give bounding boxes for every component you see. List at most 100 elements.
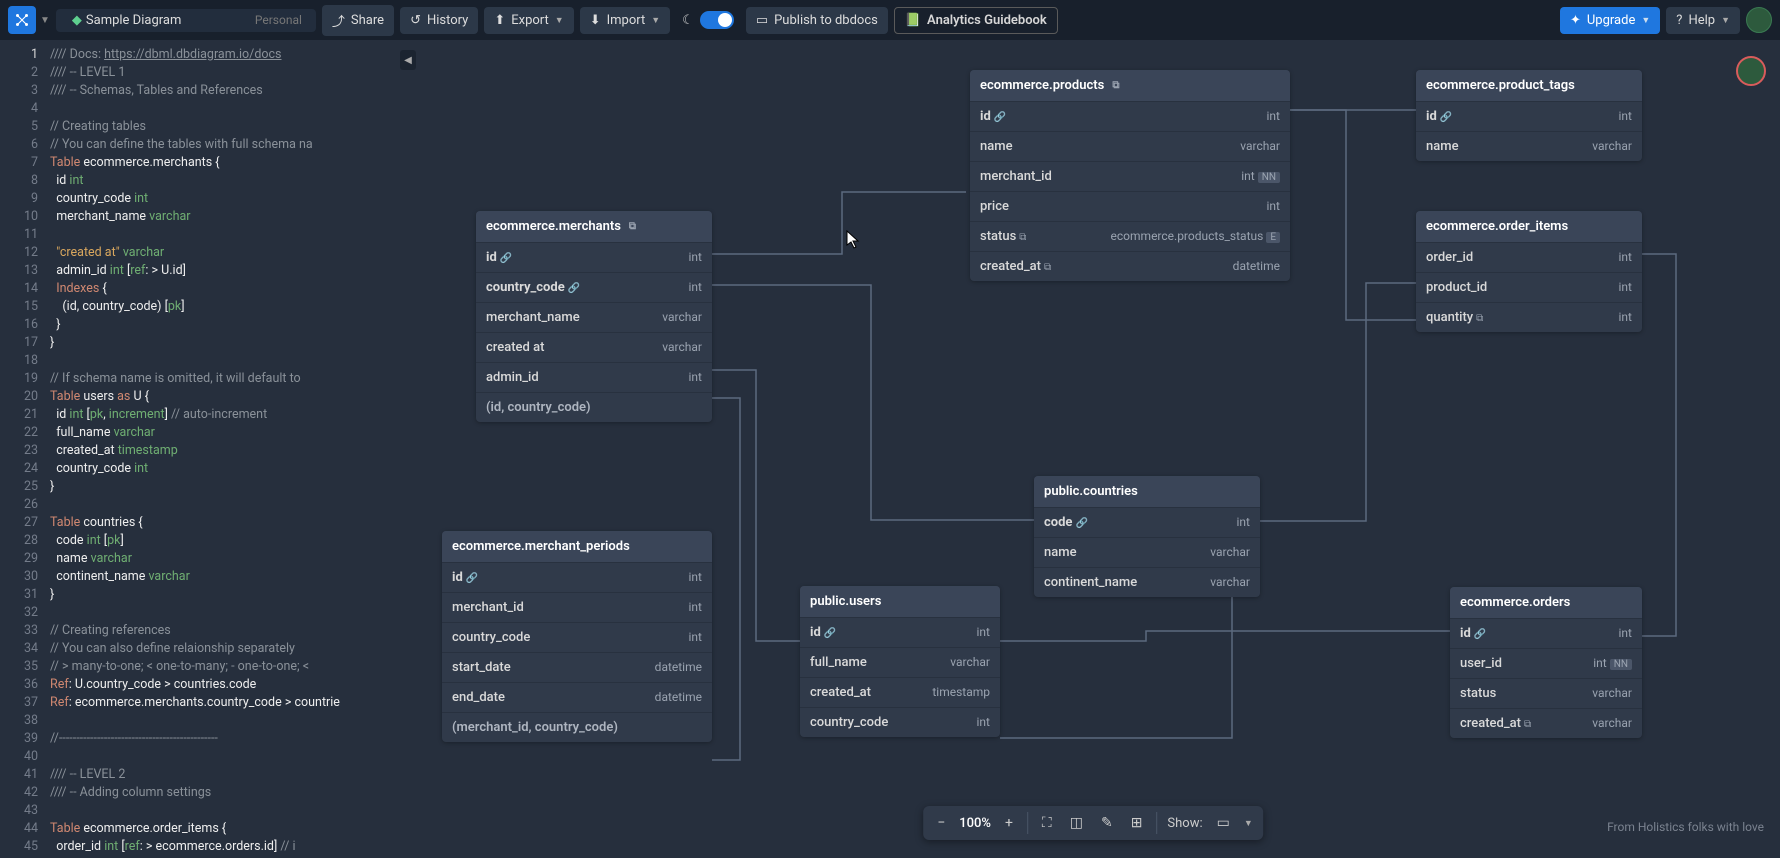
table-column[interactable]: end_datedatetime (442, 682, 712, 712)
collaborator-avatar[interactable] (1736, 56, 1766, 86)
table-column[interactable]: continent_namevarchar (1034, 567, 1260, 597)
moon-icon: ☾ (682, 13, 694, 28)
zoom-value: 100% (959, 816, 991, 831)
external-icon: ⧉ (629, 221, 636, 232)
link-icon: 🔗 (1440, 112, 1452, 123)
table-header[interactable]: ecommerce.merchant_periods (442, 531, 712, 562)
table-column[interactable]: id🔗int (476, 242, 712, 272)
table-product_tags[interactable]: ecommerce.product_tagsid🔗intnamevarchar (1416, 70, 1642, 161)
highlight-button[interactable]: ✎ (1097, 811, 1117, 835)
help-icon: ? (1676, 13, 1682, 28)
table-column[interactable]: merchant_idintNN (970, 161, 1290, 191)
table-column[interactable]: order_idint (1416, 242, 1642, 272)
external-icon: ⧉ (1112, 80, 1119, 91)
publish-button[interactable]: ▭Publish to dbdocs (746, 7, 888, 34)
table-column[interactable]: admin_idint (476, 362, 712, 392)
link-icon: 🔗 (994, 112, 1006, 123)
document-icon: ◆ (72, 13, 82, 28)
table-column[interactable]: country_codeint (442, 622, 712, 652)
code-editor[interactable]: 1234567891011121314151617181920212223242… (0, 40, 406, 858)
upgrade-button[interactable]: ✦Upgrade▼ (1560, 7, 1660, 34)
user-avatar[interactable] (1746, 7, 1772, 33)
canvas-toolbar: − 100% + ⛶ ◫ ✎ ⊞ Show: ▭ ▼ (923, 806, 1263, 840)
external-icon: ⧉ (1476, 313, 1483, 324)
show-label: Show: (1167, 816, 1202, 831)
table-column[interactable]: created atvarchar (476, 332, 712, 362)
table-order_items[interactable]: ecommerce.order_itemsorder_idintproduct_… (1416, 211, 1642, 332)
layout-button[interactable]: ◫ (1066, 811, 1087, 835)
toolbar-divider (1027, 812, 1028, 834)
table-merchant_periods[interactable]: ecommerce.merchant_periodsid🔗intmerchant… (442, 531, 712, 742)
table-header[interactable]: ecommerce.merchants⧉ (476, 211, 712, 242)
zoom-out-button[interactable]: − (933, 811, 949, 835)
chevron-down-icon[interactable]: ▼ (1244, 818, 1253, 829)
table-header[interactable]: public.countries (1034, 476, 1260, 507)
table-column[interactable]: full_namevarchar (800, 647, 1000, 677)
diagram-canvas[interactable]: − 100% + ⛶ ◫ ✎ ⊞ Show: ▭ ▼ From Holistic… (406, 40, 1780, 858)
table-column[interactable]: id🔗int (1450, 618, 1642, 648)
table-header[interactable]: ecommerce.products⧉ (970, 70, 1290, 101)
book-icon: 📗 (905, 13, 921, 28)
export-button[interactable]: ⬆Export▼ (484, 7, 573, 34)
logo-dropdown-icon[interactable]: ▼ (40, 15, 50, 26)
table-column[interactable]: (merchant_id, country_code) (442, 712, 712, 742)
table-column[interactable]: code🔗int (1034, 507, 1260, 537)
theme-toggle[interactable] (700, 11, 734, 29)
table-column[interactable]: status⧉ecommerce.products_statusE (970, 221, 1290, 251)
table-orders[interactable]: ecommerce.ordersid🔗intuser_idintNNstatus… (1450, 587, 1642, 738)
document-title-wrap[interactable]: ◆ Sample Diagram Personal (56, 9, 316, 32)
table-countries[interactable]: public.countriescode🔗intnamevarcharconti… (1034, 476, 1260, 597)
table-column[interactable]: (id, country_code) (476, 392, 712, 422)
visibility-badge: Personal (255, 13, 302, 27)
chevron-down-icon: ▼ (1721, 15, 1730, 26)
table-header[interactable]: ecommerce.order_items (1416, 211, 1642, 242)
table-column[interactable]: namevarchar (970, 131, 1290, 161)
share-button[interactable]: ⤴Share (322, 5, 394, 36)
code-content[interactable]: //// Docs: https://dbml.dbdiagram.io/doc… (48, 40, 406, 858)
external-icon: ⧉ (1524, 719, 1531, 730)
fit-view-button[interactable]: ⛶ (1038, 811, 1056, 835)
table-column[interactable]: priceint (970, 191, 1290, 221)
publish-icon: ▭ (756, 13, 768, 28)
zoom-in-button[interactable]: + (1001, 811, 1017, 835)
table-column[interactable]: statusvarchar (1450, 678, 1642, 708)
table-column[interactable]: created_attimestamp (800, 677, 1000, 707)
chevron-down-icon: ▼ (1641, 15, 1650, 26)
table-column[interactable]: created_at⧉varchar (1450, 708, 1642, 738)
table-users[interactable]: public.usersid🔗intfull_namevarcharcreate… (800, 586, 1000, 737)
grid-button[interactable]: ⊞ (1127, 811, 1147, 835)
table-column[interactable]: namevarchar (1034, 537, 1260, 567)
table-header[interactable]: public.users (800, 586, 1000, 617)
chevron-down-icon: ▼ (555, 15, 564, 26)
link-icon: 🔗 (500, 253, 512, 264)
show-mode-button[interactable]: ▭ (1213, 811, 1234, 835)
help-button[interactable]: ?Help▼ (1666, 7, 1740, 34)
table-merchants[interactable]: ecommerce.merchants⧉id🔗intcountry_code🔗i… (476, 211, 712, 422)
table-column[interactable]: merchant_namevarchar (476, 302, 712, 332)
table-column[interactable]: product_idint (1416, 272, 1642, 302)
table-column[interactable]: country_codeint (800, 707, 1000, 737)
analytics-guidebook-button[interactable]: 📗 Analytics Guidebook (894, 7, 1058, 34)
table-column[interactable]: start_datedatetime (442, 652, 712, 682)
table-column[interactable]: user_idintNN (1450, 648, 1642, 678)
table-column[interactable]: country_code🔗int (476, 272, 712, 302)
top-bar: ▼ ◆ Sample Diagram Personal ⤴Share ↺Hist… (0, 0, 1780, 40)
upgrade-icon: ✦ (1570, 13, 1581, 28)
link-icon: 🔗 (568, 283, 580, 294)
table-column[interactable]: created_at⧉datetime (970, 251, 1290, 281)
collapse-editor-handle[interactable]: ◀ (400, 50, 416, 70)
import-button[interactable]: ⬇Import▼ (580, 7, 670, 34)
table-products[interactable]: ecommerce.products⧉id🔗intnamevarcharmerc… (970, 70, 1290, 281)
table-column[interactable]: quantity⧉int (1416, 302, 1642, 332)
table-column[interactable]: id🔗int (1416, 101, 1642, 131)
chevron-down-icon: ▼ (651, 15, 660, 26)
table-column[interactable]: id🔗int (442, 562, 712, 592)
app-logo[interactable] (8, 6, 36, 34)
table-header[interactable]: ecommerce.product_tags (1416, 70, 1642, 101)
table-column[interactable]: merchant_idint (442, 592, 712, 622)
table-column[interactable]: id🔗int (800, 617, 1000, 647)
table-column[interactable]: namevarchar (1416, 131, 1642, 161)
table-column[interactable]: id🔗int (970, 101, 1290, 131)
history-button[interactable]: ↺History (400, 7, 478, 34)
table-header[interactable]: ecommerce.orders (1450, 587, 1642, 618)
